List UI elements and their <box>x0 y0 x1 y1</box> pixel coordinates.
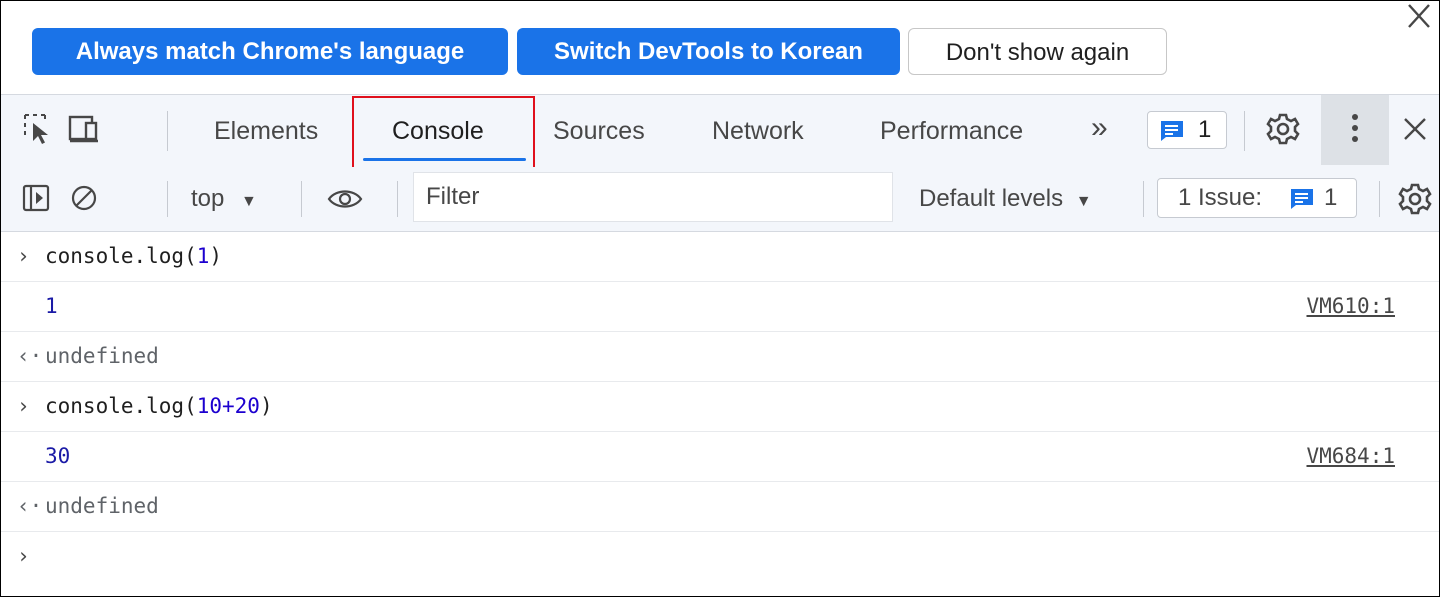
close-icon[interactable] <box>1403 1 1433 35</box>
live-expression-eye-icon[interactable] <box>327 181 363 217</box>
console-output-row: 1 VM610:1 <box>1 282 1439 332</box>
toolbar-divider <box>301 181 302 217</box>
kebab-menu-icon <box>1352 114 1358 142</box>
customize-menu-button[interactable] <box>1321 95 1389 165</box>
log-levels-label: Default levels <box>919 185 1064 212</box>
issues-button[interactable]: 1 Issue: 1 <box>1157 178 1357 218</box>
console-command: console.log(1) <box>45 244 223 268</box>
toolbar-divider <box>1244 111 1245 151</box>
messages-count: 1 <box>1198 116 1212 143</box>
context-label: top <box>191 185 225 212</box>
clear-console-icon[interactable] <box>67 181 103 217</box>
close-devtools-icon[interactable] <box>1397 111 1433 147</box>
console-output-row: 30 VM684:1 <box>1 432 1439 482</box>
console-input-row: › console.log(1) <box>1 232 1439 282</box>
devtools-window: Always match Chrome's language Switch De… <box>0 0 1440 597</box>
toolbar-divider <box>167 111 168 151</box>
console-result-row: ‹· undefined <box>1 482 1439 532</box>
settings-gear-icon[interactable] <box>1265 111 1301 147</box>
source-link[interactable]: VM610:1 <box>1306 282 1395 331</box>
console-input-row: › console.log(10+20) <box>1 382 1439 432</box>
toolbar-divider <box>397 181 398 217</box>
console-toolbar: top ▼ Filter Default levels ▼ 1 Issue: 1 <box>1 167 1439 232</box>
toolbar-divider <box>1379 181 1380 217</box>
log-levels-dropdown[interactable]: Default levels ▼ <box>919 184 1092 217</box>
devtools-tab-bar: Elements Console Sources Network Perform… <box>1 94 1439 169</box>
language-infobar: Always match Chrome's language Switch De… <box>1 1 1439 93</box>
result-arrow-icon: ‹· <box>17 344 43 368</box>
sidebar-toggle-icon[interactable] <box>19 181 55 217</box>
toolbar-divider <box>1143 181 1144 217</box>
filter-input[interactable]: Filter <box>413 172 893 222</box>
issues-count: 1 <box>1324 184 1338 211</box>
always-match-language-button[interactable]: Always match Chrome's language <box>32 28 508 75</box>
issue-message-icon <box>1291 189 1313 209</box>
context-selector[interactable]: top ▼ <box>191 184 257 217</box>
input-chevron-icon: › <box>17 394 30 418</box>
console-messages: › console.log(1) 1 VM610:1 ‹· undefined … <box>1 232 1439 581</box>
messages-badge[interactable]: 1 <box>1147 111 1227 149</box>
toolbar-divider <box>167 181 168 217</box>
device-toolbar-icon[interactable] <box>66 111 102 147</box>
source-link[interactable]: VM684:1 <box>1306 432 1395 481</box>
issues-label: 1 Issue: <box>1178 184 1263 211</box>
console-prompt-row[interactable]: › <box>1 532 1439 581</box>
console-output-value: 30 <box>45 444 71 468</box>
inspect-element-icon[interactable] <box>21 111 57 147</box>
result-arrow-icon: ‹· <box>17 494 43 518</box>
console-result-value: undefined <box>45 494 159 518</box>
console-output-value: 1 <box>45 294 58 318</box>
tab-sources[interactable]: Sources <box>553 111 645 151</box>
prompt-chevron-icon: › <box>17 544 30 568</box>
more-tabs-button[interactable]: » <box>1091 108 1108 148</box>
tab-network[interactable]: Network <box>712 111 804 151</box>
tab-performance[interactable]: Performance <box>880 111 1023 151</box>
input-chevron-icon: › <box>17 244 30 268</box>
switch-devtools-korean-button[interactable]: Switch DevTools to Korean <box>517 28 900 75</box>
dropdown-arrow-icon: ▼ <box>1075 193 1092 210</box>
message-icon <box>1161 121 1183 141</box>
dont-show-again-button[interactable]: Don't show again <box>908 28 1167 75</box>
console-result-value: undefined <box>45 344 159 368</box>
console-command: console.log(10+20) <box>45 394 273 418</box>
console-tab-highlight-box <box>352 96 535 169</box>
dropdown-arrow-icon: ▼ <box>241 193 257 210</box>
tab-elements[interactable]: Elements <box>214 111 318 151</box>
console-result-row: ‹· undefined <box>1 332 1439 382</box>
console-settings-gear-icon[interactable] <box>1397 181 1433 217</box>
